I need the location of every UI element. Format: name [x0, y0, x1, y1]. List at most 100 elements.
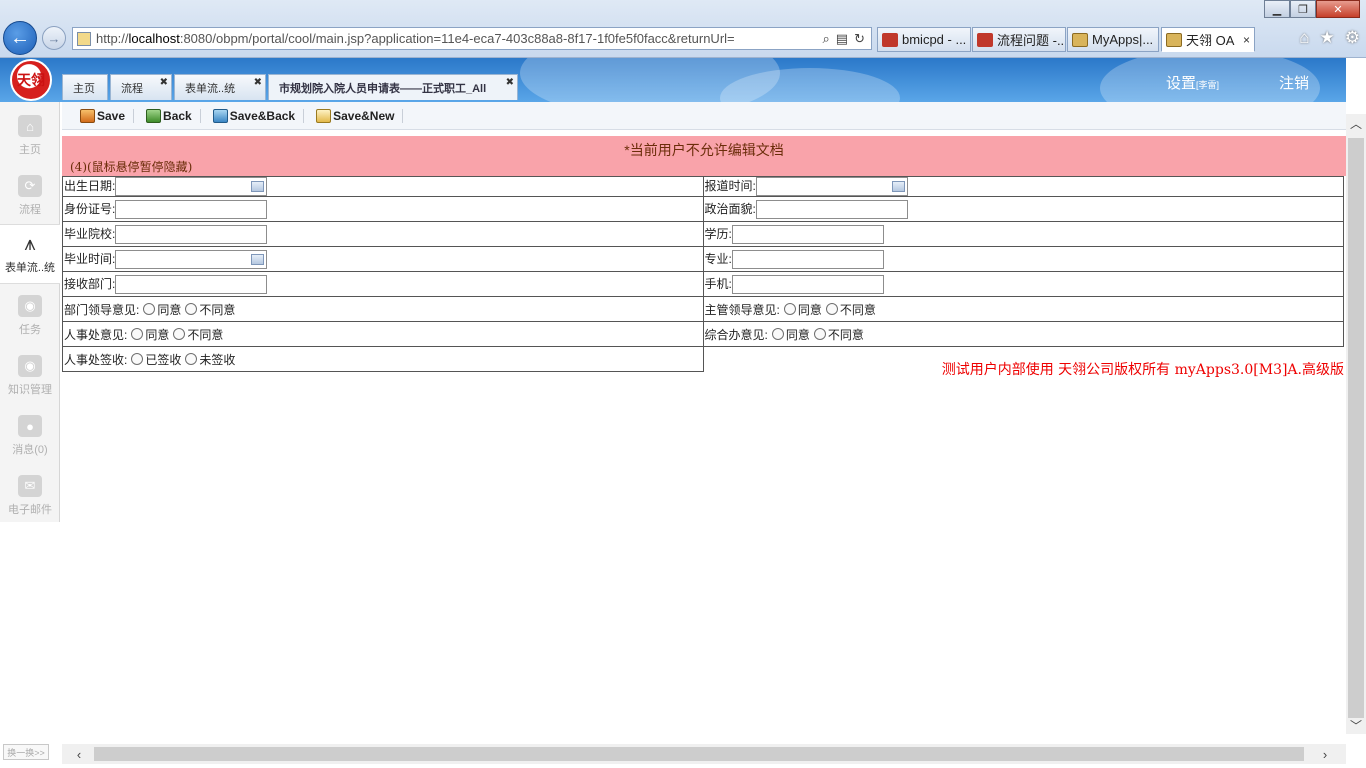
- settings-link[interactable]: 设置[李雷]: [1166, 72, 1219, 93]
- refresh-icon[interactable]: ↻: [854, 31, 865, 47]
- save-button[interactable]: Save: [72, 108, 135, 123]
- form-cell: 综合办意见: 同意 不同意: [702, 321, 1344, 348]
- birth-date-field[interactable]: [115, 177, 268, 196]
- school-field[interactable]: [115, 224, 268, 244]
- horizontal-scrollbar[interactable]: ‹ ›: [62, 744, 1346, 764]
- tab-current-form[interactable]: 市规划院入院人员申请表——正式职工_All ✖: [268, 74, 518, 100]
- calendar-icon[interactable]: [251, 253, 265, 265]
- agree-radio[interactable]: [771, 327, 784, 340]
- save-label: Save: [97, 108, 126, 123]
- tab-flow[interactable]: 流程 ✖: [110, 74, 172, 100]
- scroll-right-icon[interactable]: ›: [1314, 744, 1336, 764]
- disagree-radio[interactable]: [813, 327, 826, 340]
- scroll-thumb[interactable]: [1348, 138, 1364, 718]
- sidebar-item-home[interactable]: ⌂ 主页: [0, 106, 60, 166]
- hr-opinion-label: 人事处意见:: [64, 327, 128, 342]
- unsigned-label: 未签收: [199, 352, 236, 367]
- back-nav-button[interactable]: ←: [3, 21, 37, 55]
- agree-radio[interactable]: [143, 302, 156, 315]
- unsigned-radio[interactable]: [185, 352, 198, 365]
- vertical-scrollbar[interactable]: ︿ ﹀: [1346, 114, 1366, 734]
- tab-favicon-icon: [1166, 32, 1182, 47]
- knowledge-icon: ◉: [18, 355, 42, 377]
- sidebar-item-knowledge[interactable]: ◉ 知识管理: [0, 346, 60, 406]
- tab-close-icon[interactable]: ✖: [160, 77, 168, 88]
- browser-tab-2[interactable]: 流程问题 -...: [972, 27, 1066, 52]
- tab-home[interactable]: 主页: [62, 74, 108, 100]
- browser-tab-label: 流程问题 -...: [997, 33, 1066, 48]
- home-icon[interactable]: ⌂: [1299, 28, 1309, 48]
- disagree-radio[interactable]: [173, 327, 186, 340]
- compat-icon[interactable]: ▤: [836, 31, 848, 47]
- report-time-field[interactable]: [755, 177, 908, 196]
- sidebar-item-form-flow[interactable]: ⩚ 表单流..统: [0, 224, 60, 284]
- tab-close-icon[interactable]: ✖: [506, 77, 514, 88]
- id-number-label: 身份证号:: [64, 201, 116, 216]
- disagree-radio[interactable]: [825, 302, 838, 315]
- save-back-icon: [212, 108, 228, 123]
- favorites-star-icon[interactable]: ★: [1320, 28, 1335, 48]
- id-number-field[interactable]: [115, 199, 268, 219]
- grad-time-label: 毕业时间:: [64, 251, 116, 266]
- signed-label: 已签收: [145, 352, 182, 367]
- tab-close-icon[interactable]: ×: [1243, 33, 1250, 47]
- sidebar-item-label: 消息(0): [12, 444, 48, 456]
- tab-close-icon[interactable]: ✖: [254, 77, 262, 88]
- tab-form-flow[interactable]: 表单流..统 ✖: [174, 74, 266, 100]
- save-new-button[interactable]: Save&New: [304, 108, 404, 123]
- browser-tab-3[interactable]: MyApps|...: [1067, 27, 1159, 52]
- mobile-label: 手机:: [704, 276, 732, 291]
- back-button[interactable]: Back: [134, 108, 201, 123]
- calendar-icon[interactable]: [891, 181, 905, 193]
- education-field[interactable]: [731, 224, 884, 244]
- scroll-down-icon[interactable]: ﹀: [1346, 716, 1366, 734]
- task-icon: ◉: [18, 295, 42, 317]
- url-text[interactable]: http://localhost:8080/obpm/portal/cool/m…: [96, 31, 823, 46]
- browser-tab-1[interactable]: bmicpd - ...: [877, 27, 971, 52]
- back-label: Back: [163, 108, 192, 123]
- scroll-thumb[interactable]: [94, 747, 1304, 761]
- scroll-up-icon[interactable]: ︿: [1346, 114, 1366, 132]
- form-cell: 人事处签收: 已签收 未签收: [62, 346, 704, 373]
- page-icon: [77, 31, 91, 46]
- sidebar-item-task[interactable]: ◉ 任务: [0, 286, 60, 346]
- scroll-left-icon[interactable]: ‹: [68, 744, 90, 764]
- signed-radio[interactable]: [131, 352, 144, 365]
- form-cell: 学历:: [702, 221, 1344, 248]
- agree-radio[interactable]: [783, 302, 796, 315]
- url-prefix: http://: [96, 31, 129, 46]
- close-window-button[interactable]: ✕: [1316, 0, 1360, 18]
- form-cell: 专业:: [702, 246, 1344, 273]
- left-sidebar: ⌂ 主页 ⟳ 流程 ⩚ 表单流..统 ◉ 任务 ◉ 知识管理 ● 消息(0) ✉…: [0, 102, 60, 522]
- maximize-button[interactable]: ❐: [1290, 0, 1316, 18]
- grad-time-field[interactable]: [115, 249, 268, 269]
- major-field[interactable]: [731, 249, 884, 269]
- agree-radio[interactable]: [131, 327, 144, 340]
- disagree-label: 不同意: [839, 302, 876, 317]
- dept-field[interactable]: [115, 274, 268, 294]
- sidebar-item-flow[interactable]: ⟳ 流程: [0, 166, 60, 226]
- calendar-icon[interactable]: [251, 181, 265, 193]
- political-field[interactable]: [755, 199, 908, 219]
- switch-button[interactable]: 换一换>>: [3, 744, 49, 760]
- flow-icon: ⟳: [18, 175, 42, 197]
- disagree-label: 不同意: [199, 302, 236, 317]
- minimize-button[interactable]: ▁: [1264, 0, 1290, 18]
- dept-label: 接收部门:: [64, 276, 116, 291]
- school-label: 毕业院校:: [64, 226, 116, 241]
- save-back-button[interactable]: Save&Back: [201, 108, 305, 123]
- search-icon[interactable]: ⌕: [823, 31, 830, 47]
- forward-nav-button[interactable]: →: [42, 26, 66, 50]
- mobile-field[interactable]: [731, 274, 884, 294]
- tab-favicon-icon: [1072, 32, 1088, 47]
- sidebar-item-message[interactable]: ● 消息(0): [0, 406, 60, 466]
- sidebar-item-mail[interactable]: ✉ 电子邮件: [0, 466, 60, 526]
- sidebar-item-label: 流程: [19, 204, 41, 216]
- disagree-radio[interactable]: [185, 302, 198, 315]
- logout-link[interactable]: 注销: [1279, 72, 1309, 93]
- sidebar-item-label: 电子邮件: [8, 504, 52, 516]
- tools-gear-icon[interactable]: ⚙: [1345, 28, 1360, 48]
- chief-leader-label: 主管领导意见:: [704, 302, 780, 317]
- browser-tab-active[interactable]: 天翎 OA ×: [1161, 27, 1255, 52]
- address-bar[interactable]: http://localhost:8080/obpm/portal/cool/m…: [72, 27, 872, 50]
